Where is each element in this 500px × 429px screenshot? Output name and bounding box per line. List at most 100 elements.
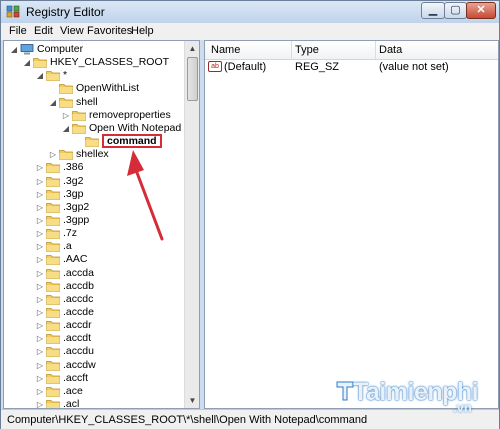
folder-icon (59, 84, 73, 95)
tree-item-label: removeproperties (89, 108, 171, 121)
computer-icon (20, 44, 34, 55)
expand-arrow-icon[interactable]: ▷ (36, 161, 44, 174)
scroll-down-icon[interactable]: ▼ (185, 393, 199, 408)
expand-arrow-icon[interactable]: ▷ (36, 188, 44, 201)
menu-view[interactable]: View (60, 25, 84, 37)
folder-icon (46, 321, 60, 331)
close-button[interactable]: ✕ (466, 2, 496, 19)
tree-item-label: HKEY_CLASSES_ROOT (50, 56, 170, 69)
menu-favorites[interactable]: Favorites (87, 25, 132, 37)
maximize-icon: ▢ (450, 4, 461, 16)
tree-item-label: .accft (63, 371, 89, 384)
folder-icon (46, 268, 60, 279)
minimize-button[interactable]: ▁ (421, 2, 445, 19)
folder-icon (33, 58, 47, 68)
folder-icon (85, 137, 99, 147)
tree-item-label: .accda (63, 266, 94, 279)
folder-icon (46, 347, 60, 358)
status-key-path: Computer\HKEY_CLASSES_ROOT\*\shell\Open … (7, 414, 368, 426)
menu-edit[interactable]: Edit (34, 25, 53, 37)
collapse-arrow-icon[interactable]: ◢ (49, 96, 57, 109)
folder-icon (46, 294, 60, 305)
folder-icon (46, 242, 60, 253)
expand-arrow-icon[interactable]: ▷ (36, 253, 44, 266)
watermark: Taimienphi .vn (333, 374, 495, 426)
value-data: (value not set) (379, 61, 449, 73)
tree-item-label: .accde (63, 306, 94, 318)
value-name: (Default) (224, 61, 267, 73)
window-title: Registry Editor (26, 5, 105, 19)
folder-icon (46, 373, 60, 384)
column-divider[interactable] (375, 41, 376, 59)
folder-icon (46, 229, 60, 239)
expand-arrow-icon[interactable]: ▷ (36, 359, 44, 372)
collapse-arrow-icon[interactable]: ◢ (36, 69, 44, 82)
tree-item-label: .386 (63, 161, 84, 174)
tree-item-label: .accdc (63, 292, 94, 305)
maximize-button[interactable]: ▢ (444, 2, 467, 19)
close-icon: ✕ (476, 4, 486, 16)
tree-item-label: OpenWithList (76, 82, 140, 95)
folder-icon (46, 334, 60, 345)
scrollbar-thumb[interactable] (187, 57, 198, 101)
menu-help[interactable]: Help (131, 25, 154, 37)
folder-icon (72, 110, 86, 121)
column-header-type[interactable]: Type (295, 44, 319, 56)
expand-arrow-icon[interactable]: ▷ (36, 201, 44, 214)
folder-icon (46, 281, 60, 292)
expand-arrow-icon[interactable]: ▷ (36, 227, 44, 240)
expand-arrow-icon[interactable]: ▷ (36, 267, 44, 280)
column-divider[interactable] (291, 41, 292, 59)
minimize-icon: ▁ (428, 4, 438, 16)
expand-arrow-icon[interactable]: ▷ (36, 214, 44, 227)
expand-arrow-icon[interactable]: ▷ (36, 306, 44, 319)
tree-item-label: .accdu (63, 345, 94, 358)
expand-arrow-icon[interactable]: ▷ (36, 319, 44, 332)
watermark-logo-icon (336, 381, 354, 401)
expand-arrow-icon[interactable]: ▷ (36, 385, 44, 398)
folder-icon (46, 176, 60, 187)
expand-arrow-icon[interactable]: ▷ (36, 280, 44, 293)
expand-arrow-icon[interactable]: ▷ (36, 240, 44, 253)
title-bar[interactable]: Registry Editor ▁ ▢ ✕ (1, 1, 499, 23)
column-header-name[interactable]: Name (211, 44, 240, 56)
tree-item-label: .3gp2 (63, 200, 90, 213)
tree-item-label: .acl (63, 398, 80, 409)
expand-arrow-icon[interactable]: ▷ (36, 372, 44, 385)
collapse-arrow-icon[interactable]: ◢ (23, 56, 31, 69)
menu-file[interactable]: File (9, 25, 27, 37)
value-type: REG_SZ (295, 61, 340, 73)
expand-arrow-icon[interactable]: ▷ (36, 398, 44, 408)
expand-arrow-icon[interactable]: ▷ (62, 109, 70, 122)
tree-item-label: .AAC (63, 253, 88, 266)
collapse-arrow-icon[interactable]: ◢ (62, 122, 70, 135)
value-row[interactable]: ab (Default) REG_SZ (value not set) (205, 59, 498, 74)
column-header-data[interactable]: Data (379, 44, 402, 56)
folder-icon (72, 124, 86, 134)
values-list[interactable]: Name Type Data ab (Default) REG_SZ (valu… (204, 40, 499, 409)
folder-icon (46, 216, 60, 226)
tree-item-label: .accdr (63, 319, 92, 332)
expand-arrow-icon[interactable]: ▷ (49, 148, 57, 161)
menu-bar: File Edit View Favorites Help (1, 23, 499, 41)
expand-arrow-icon[interactable]: ▷ (36, 175, 44, 188)
string-value-icon: ab (208, 61, 222, 72)
tree-item-label: Computer (37, 43, 84, 55)
tree-item-label: .accdw (63, 358, 96, 371)
values-list-header: Name Type Data (205, 41, 498, 60)
expand-arrow-icon[interactable]: ▷ (36, 345, 44, 358)
expand-arrow-icon[interactable]: ▷ (36, 332, 44, 345)
folder-icon (46, 387, 60, 397)
tree-item-label: .accdt (63, 332, 92, 345)
registry-editor-window: Registry Editor ▁ ▢ ✕ File Edit View Fav… (0, 0, 500, 429)
collapse-arrow-icon[interactable]: ◢ (10, 43, 18, 56)
registry-key-tree[interactable]: ◢ Computer ◢ HKEY_CLASSES_ROOT ◢ * OpenWithLis… (3, 40, 200, 409)
tree-vertical-scrollbar[interactable]: ▲ ▼ (184, 41, 199, 408)
folder-icon (59, 97, 73, 108)
folder-icon (46, 360, 60, 371)
expand-arrow-icon[interactable]: ▷ (36, 293, 44, 306)
folder-icon (46, 71, 60, 82)
scroll-up-icon[interactable]: ▲ (185, 41, 199, 56)
folder-icon (46, 202, 60, 213)
tree-item-label: .3g2 (63, 174, 84, 187)
